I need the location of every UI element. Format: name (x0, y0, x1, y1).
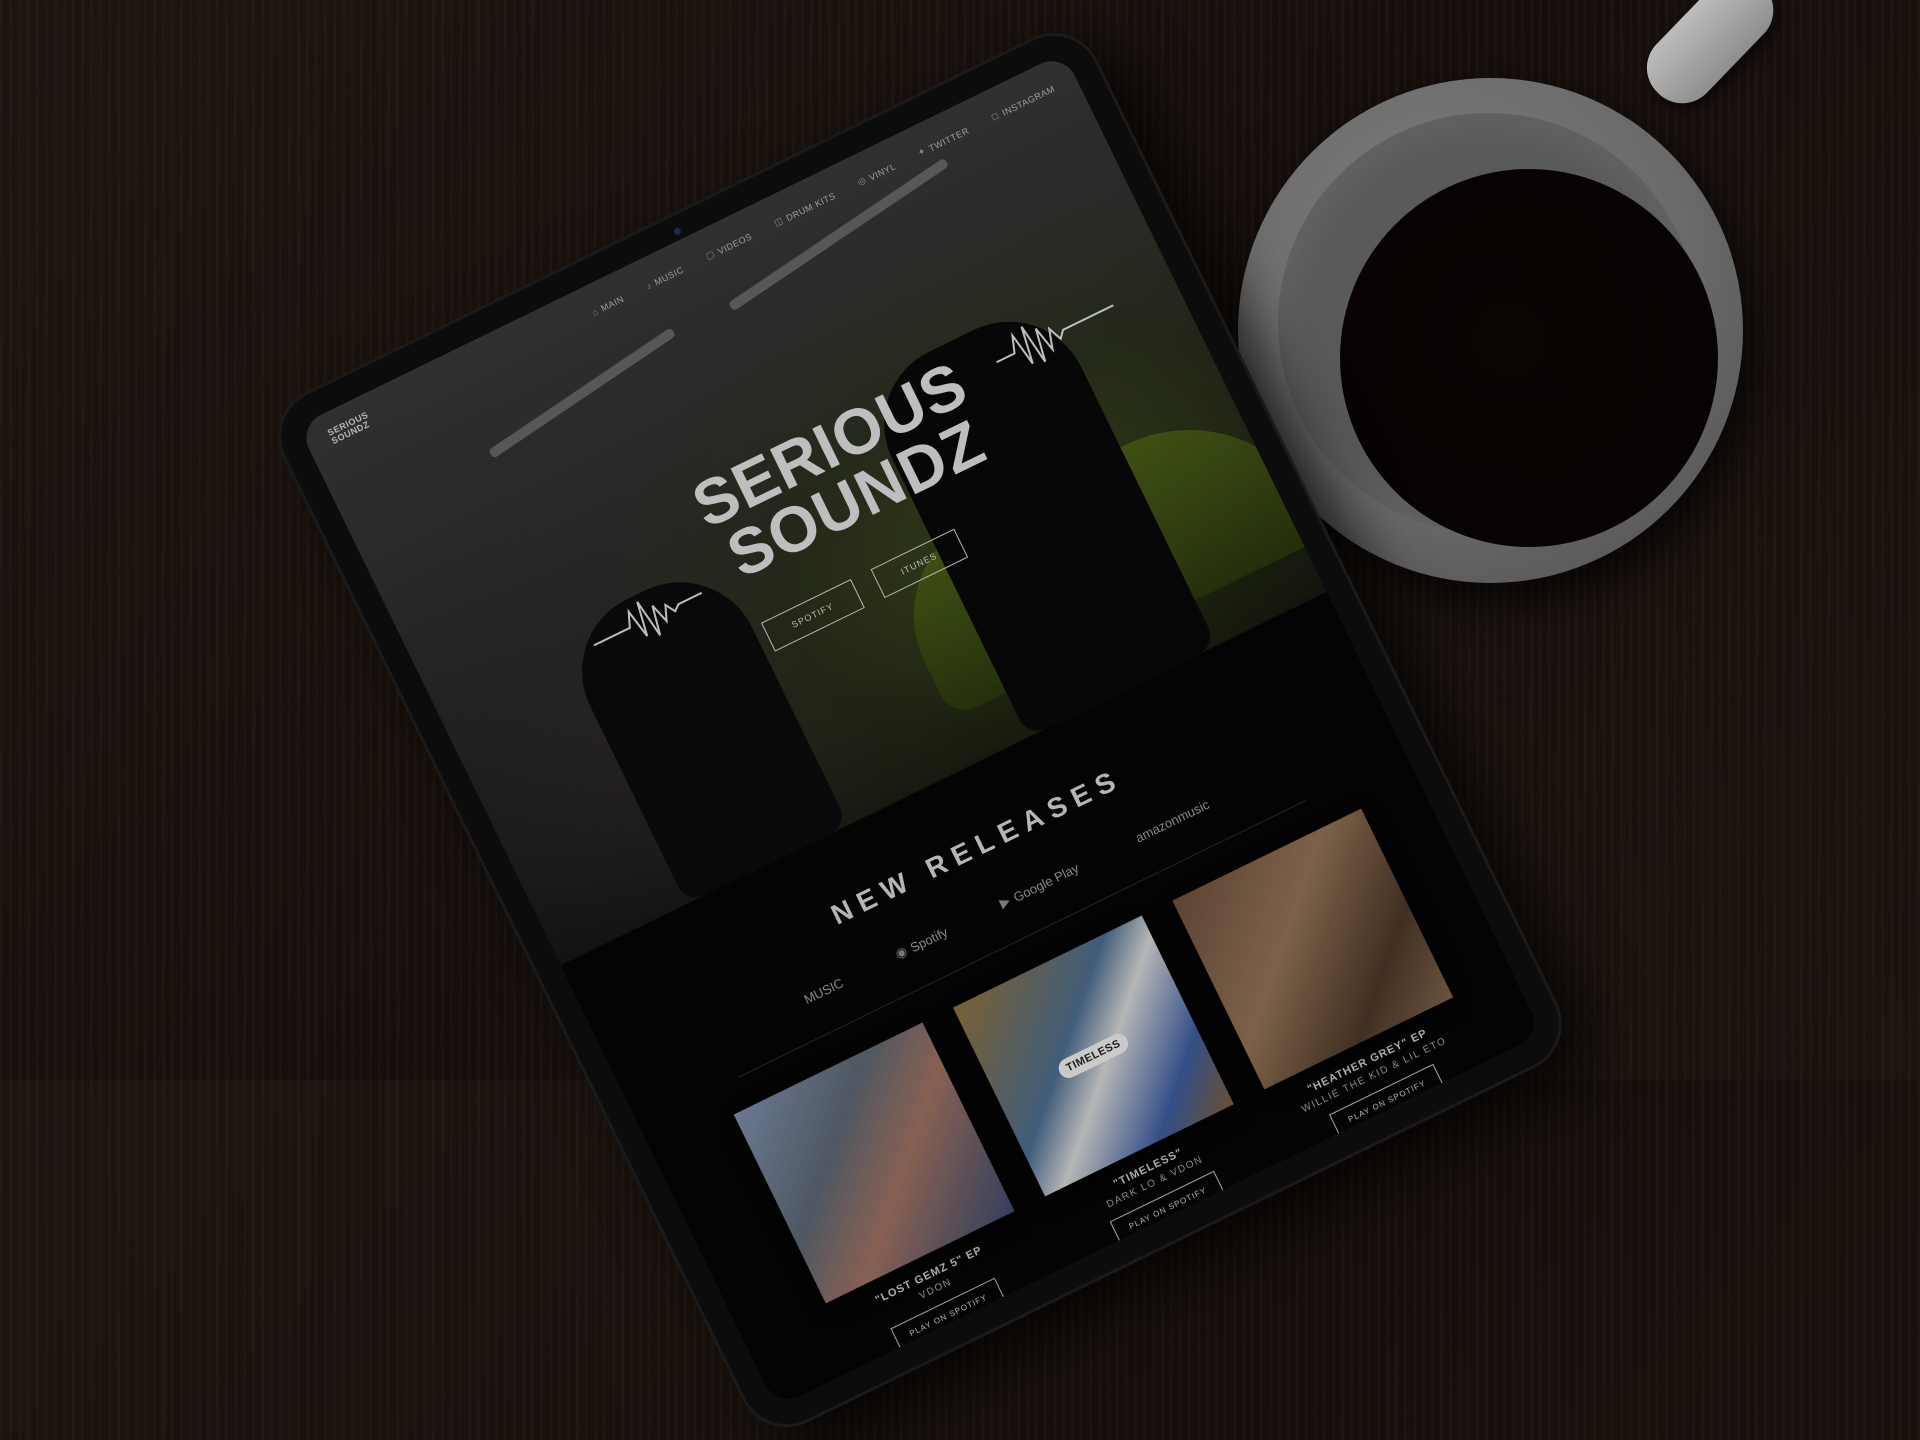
cover-title: TIMELESS (1055, 1030, 1132, 1082)
play-store-icon: ▶ (997, 892, 1013, 911)
apple-music-logo[interactable]: MUSIC (797, 974, 846, 1009)
google-play-logo[interactable]: ▶ Google Play (997, 860, 1081, 912)
coffee-liquid (1340, 169, 1718, 547)
coffee-cup (1238, 0, 1788, 583)
platform-label: Google Play (1010, 859, 1081, 905)
music-note-icon: ♪ (644, 279, 654, 291)
camera-icon (672, 226, 683, 237)
album-cover[interactable] (733, 1022, 1015, 1304)
album-cover[interactable] (1172, 808, 1454, 1090)
platform-label: amazonmusic (1132, 796, 1212, 845)
cup-handle (1632, 0, 1788, 118)
platform-label: MUSIC (801, 974, 846, 1007)
cup-rim (1278, 113, 1718, 547)
album-cover[interactable]: TIMELESS (953, 915, 1234, 1197)
spotify-logo[interactable]: ◉ Spotify (893, 923, 950, 962)
amazon-music-logo[interactable]: amazonmusic (1128, 796, 1212, 847)
spotify-icon: ◉ (892, 943, 910, 962)
platform-label: Spotify (907, 923, 950, 955)
